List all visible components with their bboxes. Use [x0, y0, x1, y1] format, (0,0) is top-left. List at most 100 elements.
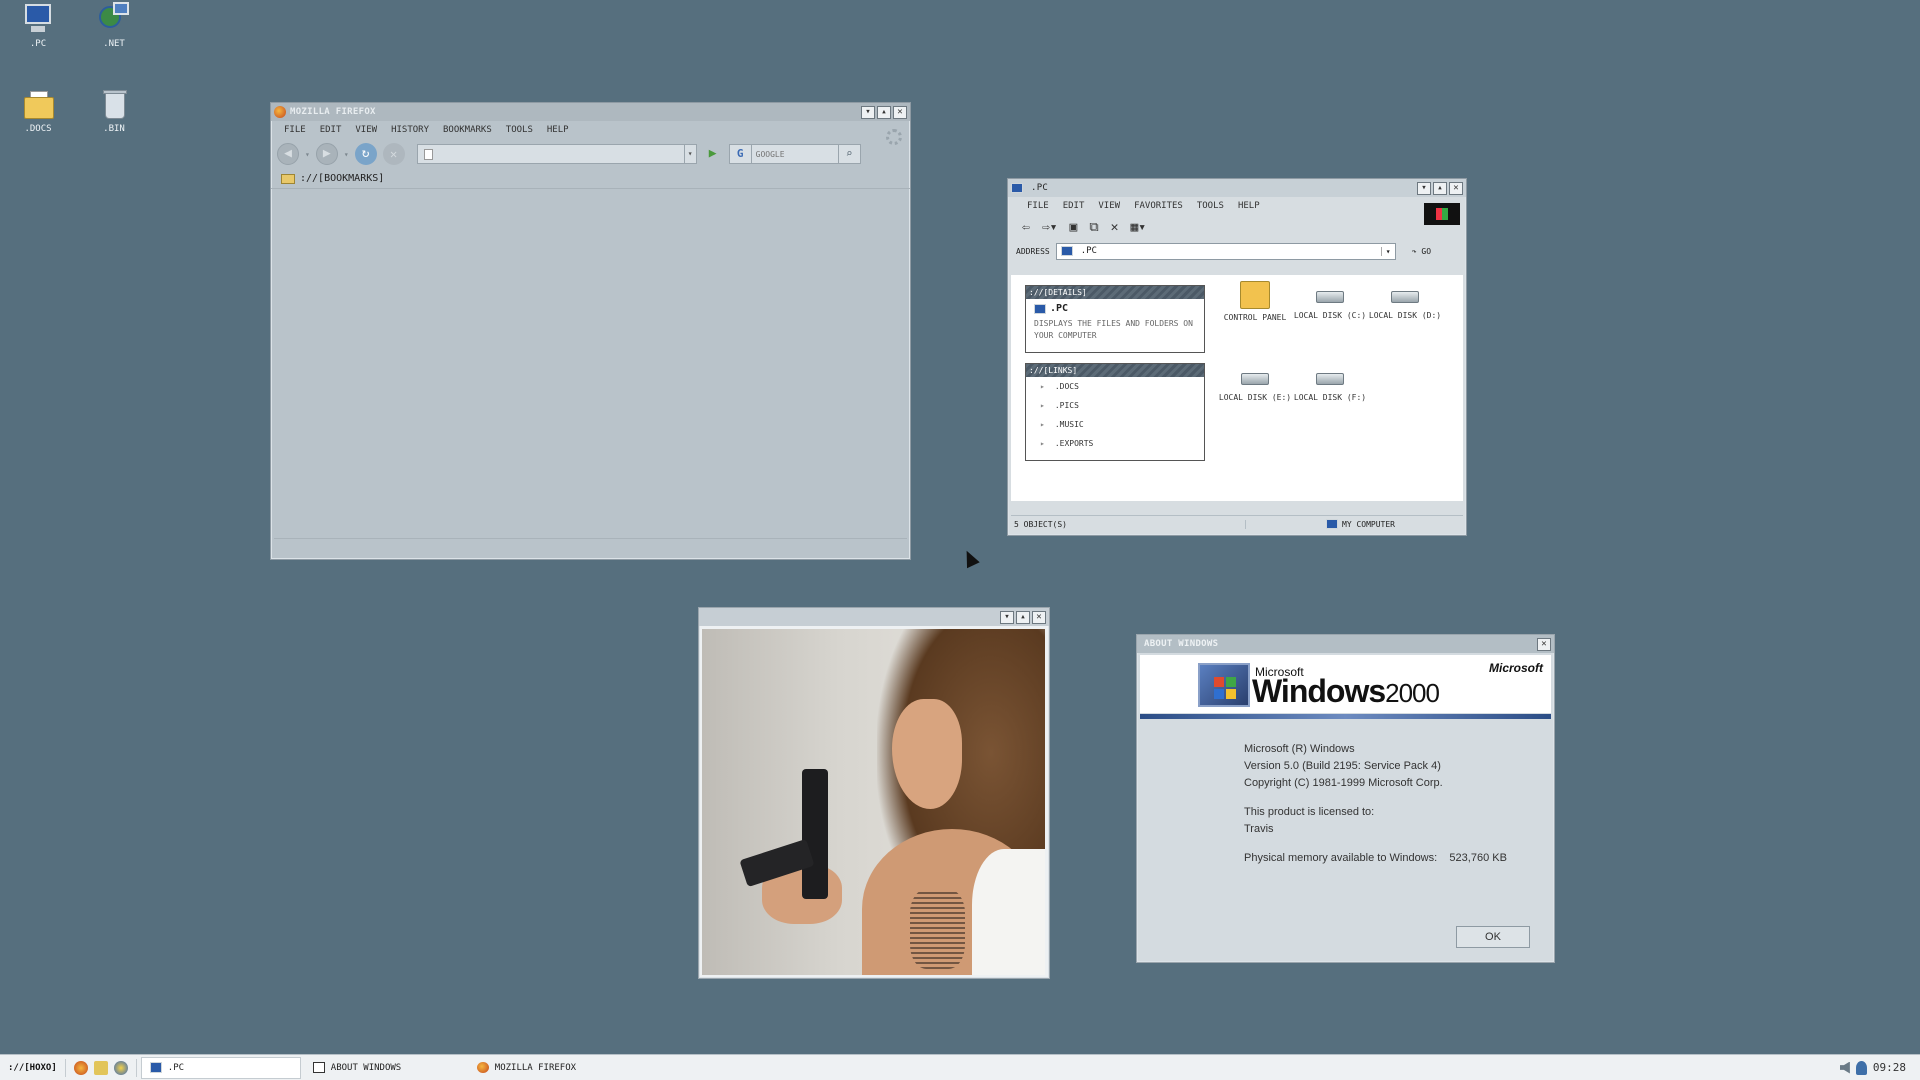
chevron-right-icon: ▸	[1040, 420, 1045, 429]
desktop-icon-docs[interactable]: .DOCS	[8, 87, 68, 134]
status-bar	[274, 538, 907, 556]
search-input[interactable]	[751, 149, 838, 159]
clock[interactable]: 09:28	[1873, 1061, 1906, 1074]
go-button[interactable]: ▶	[703, 144, 723, 164]
links-panel: ://[LINKS] ▸ .DOCS ▸ .PICS ▸ .MUSIC ▸ .EXPOR…	[1025, 363, 1205, 461]
item-local-disk-e[interactable]: LOCAL DISK (E:)	[1214, 363, 1296, 402]
item-label: CONTROL PANEL	[1223, 313, 1287, 322]
close-button[interactable]: ✕	[893, 105, 907, 119]
desktop-icon-label: .PC	[29, 39, 47, 49]
menu-edit[interactable]: EDIT	[313, 123, 349, 137]
copy-to-button[interactable]: ⧉	[1089, 220, 1098, 235]
menu-file[interactable]: FILE	[277, 123, 313, 137]
menu-help[interactable]: HELP	[540, 123, 576, 137]
about-titlebar[interactable]: ABOUT WINDOWS ✕	[1137, 635, 1554, 653]
recycle-bin-icon	[97, 87, 131, 121]
explorer-titlebar[interactable]: .PC ▾ ▴ ✕	[1008, 179, 1466, 197]
bookmarks-folder[interactable]: ://[BOOKMARKS]	[300, 173, 384, 184]
address-dropdown[interactable]: ▾	[1380, 246, 1395, 256]
microsoft-brand: Microsoft	[1489, 661, 1543, 675]
item-control-panel[interactable]: CONTROL PANEL	[1214, 281, 1296, 322]
menu-history[interactable]: HISTORY	[384, 123, 436, 137]
forward-button[interactable]: ▶	[315, 143, 338, 165]
reload-button[interactable]: ↻	[354, 143, 377, 165]
memory-value: 523,760 KB	[1449, 852, 1507, 864]
windows-banner: Microsoft Microsoft Windows2000	[1140, 655, 1551, 713]
details-name: .PC	[1050, 303, 1069, 314]
explorer-menubar: FILE EDIT VIEW FAVORITES TOOLS HELP	[1008, 197, 1466, 215]
menu-tools[interactable]: TOOLS	[499, 123, 540, 137]
views-button[interactable]: ▦▾	[1130, 220, 1146, 235]
user-icon[interactable]	[1855, 1060, 1867, 1075]
panel-header[interactable]: ://[DETAILS]	[1026, 286, 1204, 299]
menu-help[interactable]: HELP	[1231, 199, 1267, 213]
link-docs[interactable]: ▸ .DOCS	[1026, 377, 1204, 396]
link-pics[interactable]: ▸ .PICS	[1026, 396, 1204, 415]
maximize-button[interactable]: ▴	[877, 105, 891, 119]
status-object-count: 5 OBJECT(S)	[1011, 519, 1246, 529]
menu-file[interactable]: FILE	[1020, 199, 1056, 213]
search-box[interactable]: G ⌕	[728, 144, 861, 164]
firefox-launch-icon[interactable]	[73, 1060, 88, 1075]
address-field[interactable]: .PC ▾	[1055, 242, 1396, 260]
minimize-button[interactable]: ▾	[861, 105, 875, 119]
page-content[interactable]	[274, 211, 907, 537]
close-button[interactable]: ✕	[1449, 181, 1463, 195]
maximize-button[interactable]: ▴	[1016, 610, 1030, 624]
task-pc[interactable]: .PC	[140, 1056, 301, 1079]
maximize-button[interactable]: ▴	[1433, 181, 1447, 195]
back-button[interactable]: ⇦	[1022, 220, 1030, 235]
go-label: GO	[1421, 246, 1432, 256]
url-bar[interactable]: ▾	[416, 144, 697, 164]
forward-button[interactable]: ⇨▾	[1042, 220, 1058, 235]
back-history-dropdown[interactable]: ▾	[305, 150, 310, 159]
explorer-launch-icon[interactable]	[93, 1060, 108, 1075]
menu-favorites[interactable]: FAVORITES	[1127, 199, 1190, 213]
forward-history-dropdown[interactable]: ▾	[344, 150, 349, 159]
firefox-titlebar[interactable]: MOZILLA FIREFOX ▾ ▴ ✕	[271, 103, 910, 121]
computer-icon	[1326, 519, 1338, 529]
ok-button[interactable]: OK	[1456, 926, 1530, 948]
panel-header[interactable]: ://[LINKS]	[1026, 364, 1204, 377]
link-music[interactable]: ▸ .MUSIC	[1026, 415, 1204, 434]
desktop-icon-pc[interactable]: .PC	[8, 2, 68, 49]
back-button[interactable]: ◀	[277, 143, 299, 165]
menu-edit[interactable]: EDIT	[1056, 199, 1092, 213]
item-local-disk-f[interactable]: LOCAL DISK (F:)	[1289, 363, 1371, 402]
desktop-icon-bin[interactable]: .BIN	[84, 87, 144, 134]
search-engine-icon[interactable]: G	[730, 145, 752, 163]
desktop-icon-net[interactable]: .NET	[84, 2, 144, 49]
minimize-button[interactable]: ▾	[1417, 181, 1431, 195]
stop-button[interactable]: ✕	[382, 143, 405, 165]
status-bar: 5 OBJECT(S) MY COMPUTER	[1011, 515, 1463, 532]
media-player-launch-icon[interactable]	[113, 1060, 128, 1075]
window-title: ABOUT WINDOWS	[1144, 639, 1219, 649]
menu-tools[interactable]: TOOLS	[1190, 199, 1231, 213]
logo-year: 2000	[1385, 678, 1440, 708]
control-panel-icon	[1240, 281, 1270, 309]
menu-bookmarks[interactable]: BOOKMARKS	[436, 123, 499, 137]
url-history-dropdown[interactable]: ▾	[683, 145, 696, 163]
item-label: LOCAL DISK (E:)	[1218, 393, 1292, 402]
item-local-disk-d[interactable]: LOCAL DISK (D:)	[1364, 281, 1446, 320]
close-button[interactable]: ✕	[1032, 610, 1046, 624]
task-firefox[interactable]: MOZILLA FIREFOX	[469, 1057, 629, 1079]
volume-icon[interactable]	[1839, 1061, 1850, 1074]
delete-button[interactable]: ✕	[1111, 220, 1119, 235]
start-button[interactable]: ://[HOXO]	[0, 1063, 65, 1073]
viewer-titlebar[interactable]: ▾ ▴ ✕	[699, 608, 1049, 626]
menu-view[interactable]: VIEW	[348, 123, 384, 137]
network-icon	[97, 2, 131, 36]
item-label: LOCAL DISK (F:)	[1293, 393, 1367, 402]
link-exports[interactable]: ▸ .EXPORTS	[1026, 434, 1204, 453]
chevron-right-icon: ▸	[1040, 401, 1045, 410]
task-about-windows[interactable]: ABOUT WINDOWS	[305, 1057, 465, 1079]
item-local-disk-c[interactable]: LOCAL DISK (C:)	[1289, 281, 1371, 320]
menu-view[interactable]: VIEW	[1091, 199, 1127, 213]
firefox-menubar: FILE EDIT VIEW HISTORY BOOKMARKS TOOLS H…	[271, 121, 910, 139]
close-button[interactable]: ✕	[1537, 637, 1551, 651]
up-folder-button[interactable]: ▣	[1069, 220, 1077, 235]
go-button[interactable]: ↷ GO	[1402, 247, 1431, 256]
minimize-button[interactable]: ▾	[1000, 610, 1014, 624]
search-icon[interactable]: ⌕	[837, 145, 860, 163]
